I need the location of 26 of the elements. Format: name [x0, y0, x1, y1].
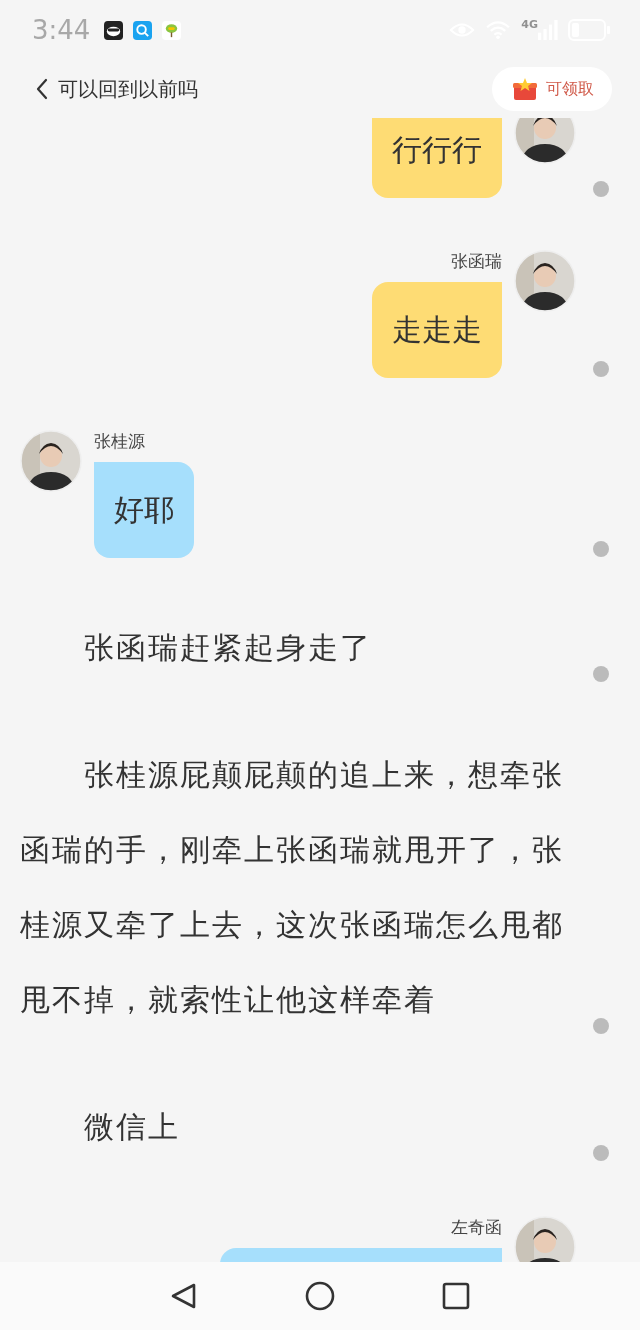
- status-time: 3:44: [32, 15, 91, 45]
- tree-icon: [162, 20, 182, 40]
- narration-text: 微信上: [83, 1108, 181, 1146]
- chat-bubble: 行行行: [372, 118, 502, 198]
- status-dot: [593, 541, 609, 557]
- status-dot: [593, 181, 609, 197]
- status-dot: [593, 666, 609, 682]
- chat-bubble: 好耶: [94, 462, 194, 558]
- sender-name: 张桂源: [94, 430, 145, 453]
- network-label: 4G: [521, 18, 538, 31]
- narration-text: 张桂源屁颠屁颠的追上来，想牵张函瑞的手，刚牵上张函瑞就甩开了，张桂源又牵了上去，这次张函瑞怎么甩都甩不掉，就索性让他这样牵着: [20, 756, 565, 1019]
- status-dot: [593, 361, 609, 377]
- sender-name: 张函瑞: [451, 250, 502, 273]
- story-title: 可以回到以前吗: [58, 75, 198, 103]
- app-icon: [104, 20, 124, 40]
- narration-text: 张函瑞赶紧起身走了: [83, 629, 373, 667]
- sender-name: 左奇函: [451, 1216, 502, 1239]
- status-dot: [593, 1018, 609, 1034]
- reward-button[interactable]: 可领取: [492, 67, 612, 111]
- search-icon: [133, 20, 153, 40]
- recents-icon[interactable]: [441, 1281, 471, 1311]
- gift-icon: [512, 77, 538, 101]
- status-dot: [593, 1145, 609, 1161]
- home-icon[interactable]: [305, 1281, 335, 1311]
- back-icon[interactable]: [36, 78, 48, 100]
- chat-bubble: 走走走: [372, 282, 502, 378]
